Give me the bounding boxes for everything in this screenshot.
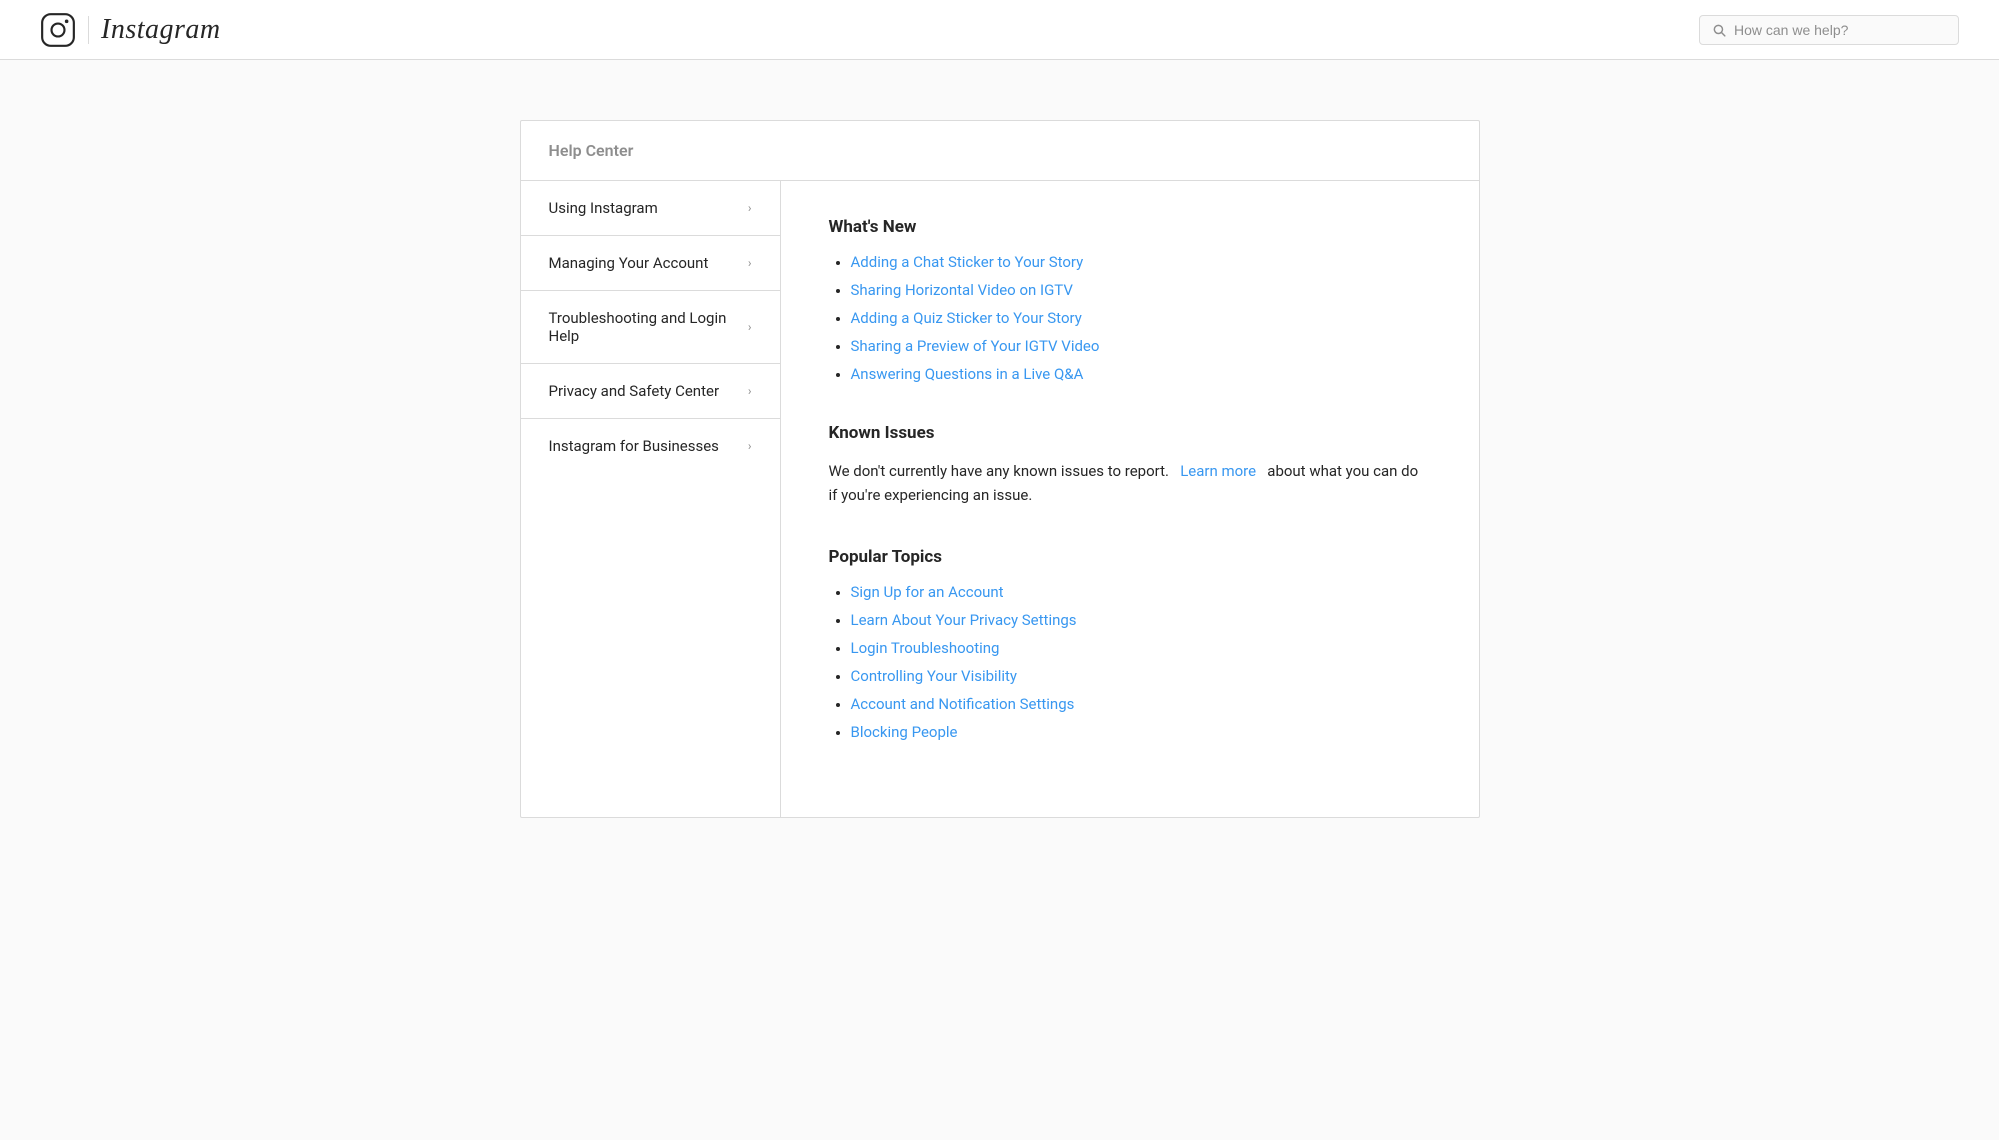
list-item: Controlling Your Visibility xyxy=(851,667,1431,685)
whats-new-list: Adding a Chat Sticker to Your Story Shar… xyxy=(829,253,1431,383)
popular-topics-link-1[interactable]: Learn About Your Privacy Settings xyxy=(851,611,1077,629)
popular-topics-section: Popular Topics Sign Up for an Account Le… xyxy=(829,547,1431,741)
search-input[interactable] xyxy=(1734,22,1946,38)
chevron-right-icon: › xyxy=(748,384,752,398)
sidebar-item-label: Using Instagram xyxy=(549,199,658,217)
page-content: Help Center Using Instagram › Managing Y… xyxy=(500,120,1500,818)
list-item: Learn About Your Privacy Settings xyxy=(851,611,1431,629)
popular-topics-link-3[interactable]: Controlling Your Visibility xyxy=(851,667,1018,685)
popular-topics-link-4[interactable]: Account and Notification Settings xyxy=(851,695,1075,713)
popular-topics-list: Sign Up for an Account Learn About Your … xyxy=(829,583,1431,741)
sidebar-item-troubleshooting[interactable]: Troubleshooting and Login Help › xyxy=(521,291,780,364)
whats-new-link-4[interactable]: Answering Questions in a Live Q&A xyxy=(851,365,1084,383)
sidebar-item-using-instagram[interactable]: Using Instagram › xyxy=(521,181,780,236)
chevron-right-icon: › xyxy=(748,320,752,334)
help-center-title: Help Center xyxy=(549,141,634,160)
sidebar-item-label: Managing Your Account xyxy=(549,254,709,272)
sidebar-item-managing-your-account[interactable]: Managing Your Account › xyxy=(521,236,780,291)
known-issues-space2 xyxy=(1260,462,1264,480)
list-item: Answering Questions in a Live Q&A xyxy=(851,365,1431,383)
list-item: Account and Notification Settings xyxy=(851,695,1431,713)
list-item: Adding a Quiz Sticker to Your Story xyxy=(851,309,1431,327)
known-issues-space xyxy=(1173,462,1177,480)
header-divider xyxy=(88,16,89,44)
known-issues-text-before: We don't currently have any known issues… xyxy=(829,462,1169,480)
header: Instagram xyxy=(0,0,1999,60)
whats-new-link-1[interactable]: Sharing Horizontal Video on IGTV xyxy=(851,281,1073,299)
search-icon xyxy=(1712,23,1726,37)
list-item: Sign Up for an Account xyxy=(851,583,1431,601)
sidebar-item-privacy-safety[interactable]: Privacy and Safety Center › xyxy=(521,364,780,419)
instagram-logo-icon xyxy=(40,12,76,48)
search-bar[interactable] xyxy=(1699,15,1959,45)
sidebar: Using Instagram › Managing Your Account … xyxy=(521,181,781,817)
whats-new-link-2[interactable]: Adding a Quiz Sticker to Your Story xyxy=(851,309,1082,327)
chevron-right-icon: › xyxy=(748,201,752,215)
list-item: Sharing Horizontal Video on IGTV xyxy=(851,281,1431,299)
whats-new-link-0[interactable]: Adding a Chat Sticker to Your Story xyxy=(851,253,1084,271)
whats-new-link-3[interactable]: Sharing a Preview of Your IGTV Video xyxy=(851,337,1100,355)
popular-topics-title: Popular Topics xyxy=(829,547,1431,567)
known-issues-section: Known Issues We don't currently have any… xyxy=(829,423,1431,507)
sidebar-item-label: Troubleshooting and Login Help xyxy=(549,309,748,345)
learn-more-link[interactable]: Learn more xyxy=(1180,462,1256,480)
instagram-text-logo: Instagram xyxy=(101,14,221,46)
popular-topics-link-0[interactable]: Sign Up for an Account xyxy=(851,583,1004,601)
main-content: What's New Adding a Chat Sticker to Your… xyxy=(781,181,1479,817)
sidebar-item-label: Privacy and Safety Center xyxy=(549,382,720,400)
popular-topics-link-2[interactable]: Login Troubleshooting xyxy=(851,639,1000,657)
sidebar-item-businesses[interactable]: Instagram for Businesses › xyxy=(521,419,780,473)
list-item: Login Troubleshooting xyxy=(851,639,1431,657)
list-item: Blocking People xyxy=(851,723,1431,741)
whats-new-title: What's New xyxy=(829,217,1431,237)
logo-area: Instagram xyxy=(40,12,221,48)
known-issues-text: We don't currently have any known issues… xyxy=(829,459,1431,507)
known-issues-title: Known Issues xyxy=(829,423,1431,443)
list-item: Sharing a Preview of Your IGTV Video xyxy=(851,337,1431,355)
chevron-right-icon: › xyxy=(748,439,752,453)
chevron-right-icon: › xyxy=(748,256,752,270)
help-center-header: Help Center xyxy=(521,121,1479,181)
whats-new-section: What's New Adding a Chat Sticker to Your… xyxy=(829,217,1431,383)
sidebar-item-label: Instagram for Businesses xyxy=(549,437,719,455)
list-item: Adding a Chat Sticker to Your Story xyxy=(851,253,1431,271)
help-center-container: Help Center Using Instagram › Managing Y… xyxy=(520,120,1480,818)
popular-topics-link-5[interactable]: Blocking People xyxy=(851,723,958,741)
help-center-body: Using Instagram › Managing Your Account … xyxy=(521,181,1479,817)
